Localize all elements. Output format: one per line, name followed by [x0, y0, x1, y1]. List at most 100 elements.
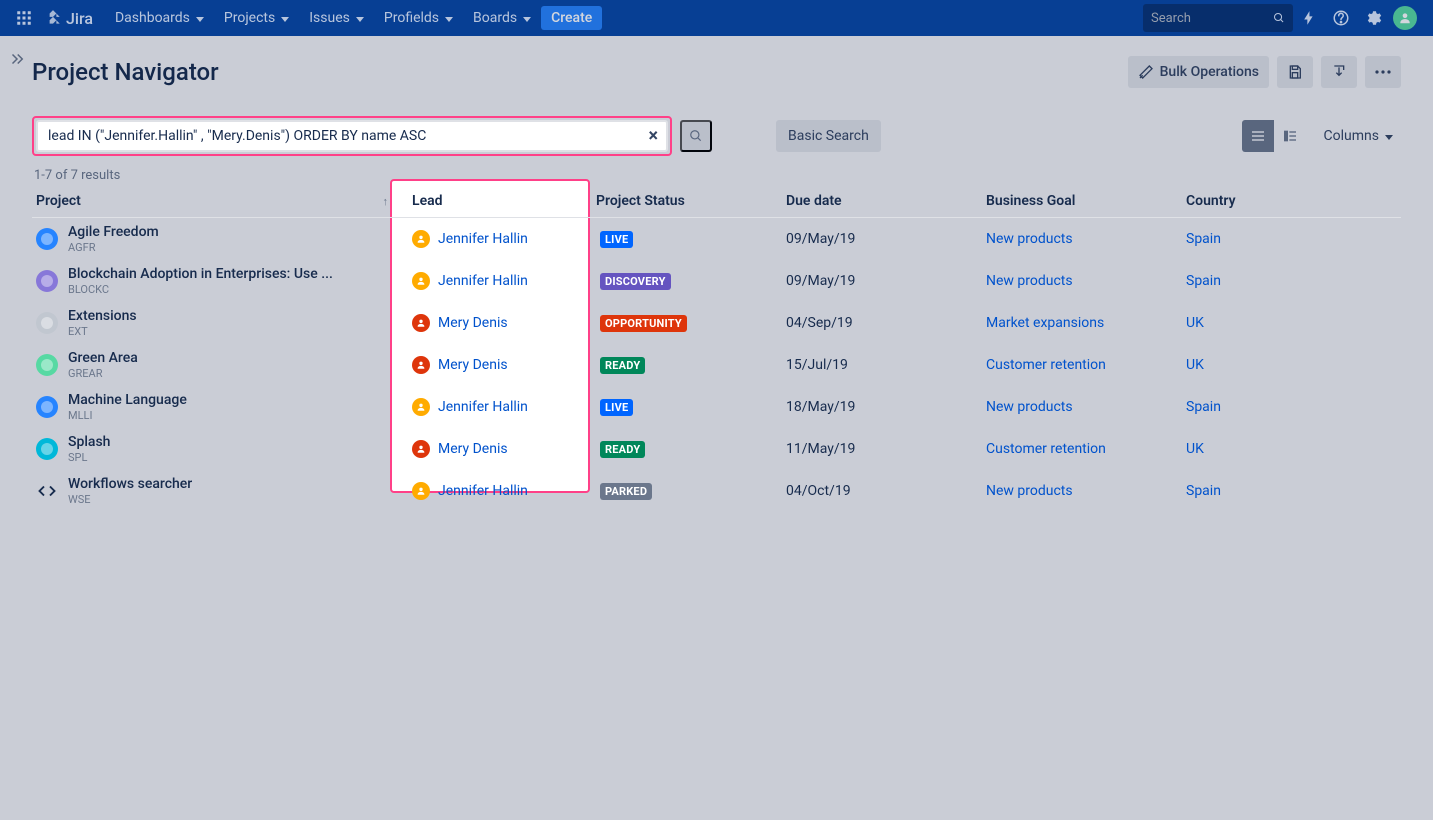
execute-search-button[interactable] — [680, 120, 712, 152]
table-row[interactable]: ExtensionsEXTMery DenisOPPORTUNITY04/Sep… — [32, 302, 1401, 344]
settings-icon[interactable] — [1357, 9, 1389, 27]
jira-logo[interactable]: Jira — [44, 9, 93, 28]
project-name-link[interactable]: Extensions — [68, 308, 137, 324]
col-goal[interactable]: Business Goal — [982, 185, 1182, 217]
lead-cell: Jennifer Hallin — [392, 476, 592, 506]
goal-link[interactable]: Customer retention — [982, 351, 1182, 379]
project-avatar-icon — [36, 228, 58, 250]
project-avatar-icon — [36, 438, 58, 460]
status-cell: PARKED — [592, 477, 782, 506]
nav-profields[interactable]: Profields — [374, 0, 463, 36]
create-button[interactable]: Create — [541, 6, 602, 30]
country-link[interactable]: UK — [1182, 435, 1332, 463]
lead-name-link[interactable]: Jennifer Hallin — [438, 273, 528, 289]
table-row[interactable]: Agile FreedomAGFRJennifer HallinLIVE09/M… — [32, 218, 1401, 260]
col-due[interactable]: Due date — [782, 185, 982, 217]
project-avatar-icon — [36, 354, 58, 376]
export-button[interactable] — [1321, 56, 1357, 88]
profile-avatar[interactable] — [1389, 6, 1421, 30]
lead-name-link[interactable]: Mery Denis — [438, 357, 508, 373]
col-lead[interactable]: Lead — [392, 185, 592, 217]
lead-avatar-icon — [412, 314, 430, 332]
goal-link[interactable]: New products — [982, 225, 1182, 253]
project-cell: Agile FreedomAGFR — [32, 218, 392, 260]
due-cell: 15/Jul/19 — [782, 351, 982, 379]
export-icon — [1331, 64, 1347, 80]
sidebar-expand-icon[interactable] — [8, 50, 26, 68]
global-search[interactable] — [1143, 4, 1293, 32]
project-key: SPL — [68, 451, 110, 464]
project-name-link[interactable]: Splash — [68, 434, 110, 450]
country-link[interactable]: Spain — [1182, 267, 1332, 295]
table-header: Project↑ Lead Project Status Due date Bu… — [32, 185, 1401, 218]
detail-view-button[interactable] — [1274, 120, 1306, 152]
pql-input[interactable] — [38, 128, 666, 144]
lead-name-link[interactable]: Mery Denis — [438, 315, 508, 331]
project-name-link[interactable]: Green Area — [68, 350, 138, 366]
basic-search-button[interactable]: Basic Search — [776, 120, 881, 152]
goal-link[interactable]: New products — [982, 477, 1182, 505]
col-country[interactable]: Country — [1182, 185, 1332, 217]
project-cell: ExtensionsEXT — [32, 302, 392, 344]
col-project[interactable]: Project↑ — [32, 185, 392, 217]
project-key: AGFR — [68, 241, 159, 254]
goal-link[interactable]: New products — [982, 267, 1182, 295]
table-row[interactable]: Machine LanguageMLLIJennifer HallinLIVE1… — [32, 386, 1401, 428]
status-cell: LIVE — [592, 393, 782, 422]
status-cell: DISCOVERY — [592, 267, 782, 296]
status-badge: PARKED — [600, 483, 652, 500]
lead-name-link[interactable]: Jennifer Hallin — [438, 483, 528, 499]
goal-link[interactable]: Market expansions — [982, 309, 1182, 337]
country-link[interactable]: Spain — [1182, 225, 1332, 253]
project-name-link[interactable]: Workflows searcher — [68, 476, 192, 492]
list-view-button[interactable] — [1242, 120, 1274, 152]
lead-cell: Jennifer Hallin — [392, 392, 592, 422]
bulk-operations-button[interactable]: Bulk Operations — [1128, 56, 1269, 88]
country-link[interactable]: UK — [1182, 351, 1332, 379]
due-cell: 09/May/19 — [782, 267, 982, 295]
lead-name-link[interactable]: Mery Denis — [438, 441, 508, 457]
results-count: 1-7 of 7 results — [34, 168, 1401, 183]
more-button[interactable] — [1365, 56, 1401, 88]
app-switcher-icon[interactable] — [12, 9, 36, 27]
due-cell: 11/May/19 — [782, 435, 982, 463]
lead-cell: Mery Denis — [392, 350, 592, 380]
header-actions: Bulk Operations — [1128, 56, 1401, 88]
goal-link[interactable]: Customer retention — [982, 435, 1182, 463]
nav-dashboards[interactable]: Dashboards — [105, 0, 214, 36]
more-icon — [1375, 70, 1391, 74]
save-button[interactable] — [1277, 56, 1313, 88]
table-row[interactable]: Workflows searcherWSE Jennifer Hallin PARK… — [32, 470, 1401, 512]
table-row[interactable]: Green AreaGREARMery DenisREADY15/Jul/19C… — [32, 344, 1401, 386]
clear-icon[interactable]: × — [648, 126, 658, 147]
status-cell: READY — [592, 351, 782, 380]
col-status[interactable]: Project Status — [592, 185, 782, 217]
country-link[interactable]: Spain — [1182, 393, 1332, 421]
nav-projects[interactable]: Projects — [214, 0, 299, 36]
goal-link[interactable]: New products — [982, 393, 1182, 421]
project-cell: Workflows searcherWSE — [32, 470, 392, 512]
help-icon[interactable] — [1325, 9, 1357, 27]
status-cell: LIVE — [592, 225, 782, 254]
columns-dropdown[interactable]: Columns — [1316, 120, 1401, 152]
notifications-icon[interactable] — [1293, 9, 1325, 27]
project-name-link[interactable]: Agile Freedom — [68, 224, 159, 240]
country-link[interactable]: UK — [1182, 309, 1332, 337]
global-search-input[interactable] — [1151, 11, 1267, 26]
lead-name-link[interactable]: Jennifer Hallin — [438, 231, 528, 247]
status-cell: OPPORTUNITY — [592, 309, 782, 338]
project-name-link[interactable]: Blockchain Adoption in Enterprises: Use … — [68, 266, 333, 282]
results-table: Project↑ Lead Project Status Due date Bu… — [32, 185, 1401, 512]
table-row[interactable]: Blockchain Adoption in Enterprises: Use … — [32, 260, 1401, 302]
table-row[interactable]: SplashSPL Mery Denis READY 11/May/19Custome… — [32, 428, 1401, 470]
nav-issues[interactable]: Issues — [299, 0, 374, 36]
status-badge: READY — [600, 441, 645, 458]
nav-boards[interactable]: Boards — [463, 0, 541, 36]
status-badge: LIVE — [600, 399, 633, 416]
lead-cell: Mery Denis — [392, 434, 592, 464]
project-name-link[interactable]: Machine Language — [68, 392, 187, 408]
lead-name-link[interactable]: Jennifer Hallin — [438, 399, 528, 415]
country-link[interactable]: Spain — [1182, 477, 1332, 505]
top-nav: Jira Dashboards Projects Issues Profield… — [0, 0, 1433, 36]
logo-text: Jira — [66, 9, 93, 28]
